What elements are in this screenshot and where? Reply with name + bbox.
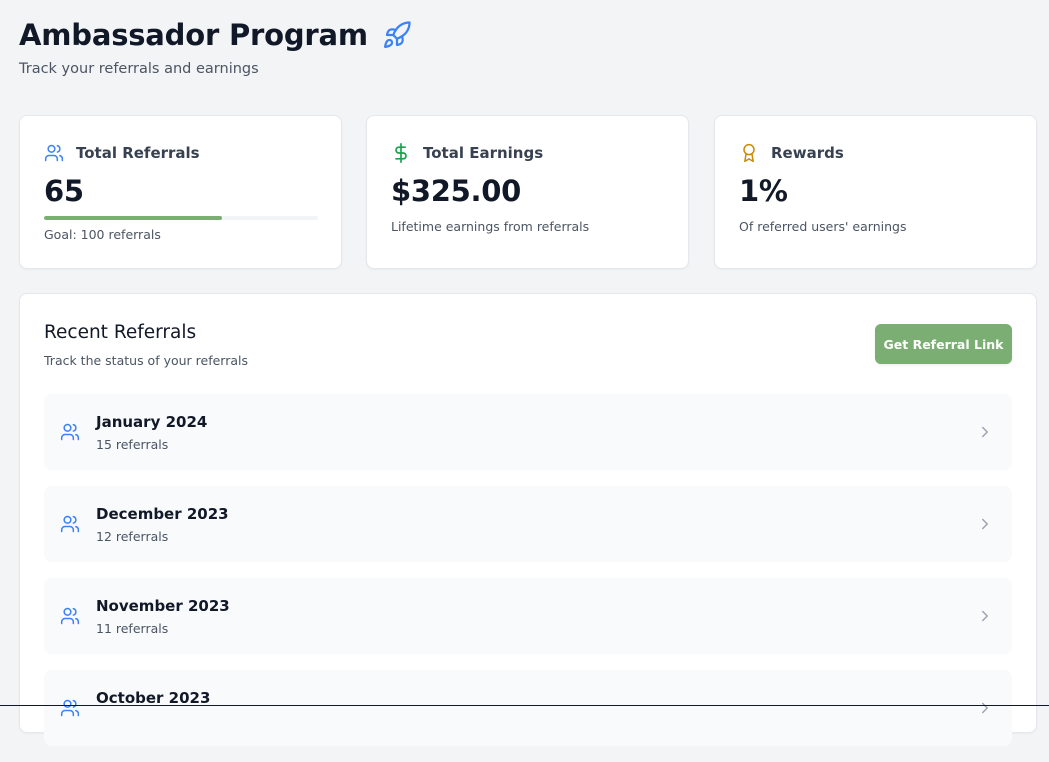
referral-goal-text: Goal: 100 referrals	[44, 227, 161, 242]
award-icon	[739, 143, 759, 163]
rewards-subtext: Of referred users' earnings	[739, 219, 907, 234]
rewards-label: Rewards	[771, 144, 844, 162]
get-referral-link-button[interactable]: Get Referral Link	[875, 324, 1012, 364]
total-earnings-label: Total Earnings	[423, 144, 544, 162]
referral-month-label: January 2024	[96, 413, 208, 431]
chevron-right-icon[interactable]	[976, 423, 994, 441]
users-icon	[60, 422, 80, 442]
users-icon	[60, 514, 80, 534]
recent-referrals-title: Recent Referrals	[44, 322, 197, 343]
total-earnings-subtext: Lifetime earnings from referrals	[391, 219, 590, 234]
referral-goal-progress-bar	[44, 216, 318, 220]
rocket-icon	[380, 18, 414, 52]
dollar-sign-icon	[391, 143, 411, 163]
referral-month-label: November 2023	[96, 597, 230, 615]
referral-count: 15 referrals	[96, 437, 169, 452]
title-row: Ambassador Program	[19, 14, 414, 56]
referral-count: 12 referrals	[96, 529, 169, 544]
referral-count: 11 referrals	[96, 621, 169, 636]
referral-month-label: December 2023	[96, 505, 229, 523]
rewards-card: Rewards 1% Of referred users' earnings	[714, 115, 1037, 269]
referral-list: January 2024 15 referrals December 2023 …	[44, 394, 1012, 762]
rewards-header: Rewards	[739, 143, 844, 163]
total-earnings-value: $325.00	[391, 174, 521, 208]
rewards-value: 1%	[739, 174, 788, 208]
total-referrals-card: Total Referrals 65 Goal: 100 referrals	[19, 115, 342, 269]
recent-referrals-card: Recent Referrals Track the status of you…	[19, 293, 1037, 746]
referral-month-item[interactable]: December 2023 12 referrals	[44, 486, 1012, 562]
total-referrals-label: Total Referrals	[76, 144, 200, 162]
referral-month-item[interactable]: January 2024 15 referrals	[44, 394, 1012, 470]
chevron-right-icon[interactable]	[976, 607, 994, 625]
referral-goal-progress-fill	[44, 216, 223, 220]
chevron-right-icon[interactable]	[976, 699, 994, 717]
referral-month-item[interactable]: October 2023	[44, 670, 1012, 746]
users-icon	[60, 698, 80, 718]
chevron-right-icon[interactable]	[976, 515, 994, 533]
users-icon	[60, 606, 80, 626]
page-header: Ambassador Program Track your referrals …	[19, 14, 414, 77]
page-subtitle: Track your referrals and earnings	[19, 61, 259, 77]
total-referrals-header: Total Referrals	[44, 143, 200, 163]
total-earnings-card: Total Earnings $325.00 Lifetime earnings…	[366, 115, 689, 269]
referral-month-item[interactable]: November 2023 11 referrals	[44, 578, 1012, 654]
total-earnings-header: Total Earnings	[391, 143, 543, 163]
recent-referrals-subtitle: Track the status of your referrals	[44, 353, 249, 368]
users-icon	[44, 143, 64, 163]
page-title: Ambassador Program	[19, 18, 368, 52]
total-referrals-value: 65	[44, 174, 84, 208]
